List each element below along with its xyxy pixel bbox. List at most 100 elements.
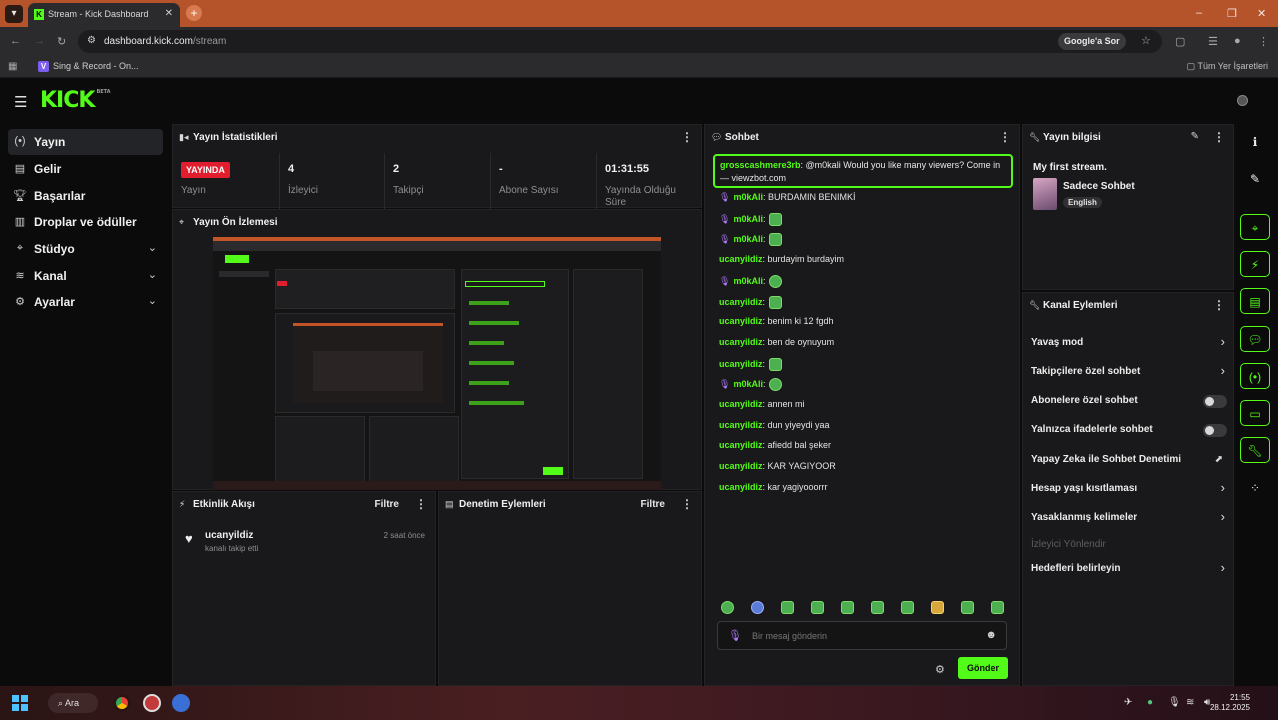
chat-username[interactable]: ucanyildiz	[719, 316, 763, 326]
chat-username[interactable]: ucanyildiz	[719, 399, 763, 409]
sidebar-item-yayin[interactable]: (•) Yayın	[8, 129, 163, 155]
moderation-toggle-icon[interactable]: ▤	[1240, 288, 1270, 314]
category-name[interactable]: Sadece Sohbet	[1063, 181, 1135, 192]
hamburger-menu-icon[interactable]: ☰	[14, 93, 27, 111]
event-user[interactable]: ucanyildiz	[205, 530, 253, 541]
sidebar-item-kanal[interactable]: ≋ Kanal ⌄	[8, 263, 163, 289]
emote-shortcut-icon[interactable]	[901, 601, 914, 614]
extensions-icon[interactable]: ▢	[1175, 35, 1185, 48]
mic-icon[interactable]: 🎙︎	[728, 629, 742, 642]
filter-button[interactable]: Filtre	[375, 499, 399, 510]
windows-start-icon[interactable]	[12, 695, 28, 711]
channel-action-item[interactable]: Yavaş mod ›	[1031, 333, 1227, 353]
chat-username[interactable]: ucanyildiz	[719, 461, 763, 471]
send-button[interactable]: Gönder	[958, 657, 1008, 679]
new-tab-icon[interactable]: +	[186, 5, 202, 21]
filter-button[interactable]: Filtre	[641, 499, 665, 510]
close-window-icon[interactable]: ✕	[1257, 7, 1266, 20]
user-avatar[interactable]	[1237, 95, 1248, 106]
tab-close-icon[interactable]: ✕	[165, 8, 173, 19]
broadcast-toggle-icon[interactable]: (•)	[1240, 363, 1270, 389]
sidebar-item-ayarlar[interactable]: ⚙ Ayarlar ⌄	[8, 289, 163, 315]
chat-username[interactable]: ucanyildiz	[719, 254, 763, 264]
app-icon[interactable]	[172, 694, 190, 712]
info-icon[interactable]: ℹ	[1240, 129, 1270, 155]
minimize-icon[interactable]: –	[1196, 7, 1202, 19]
forward-icon[interactable]: →	[34, 35, 45, 47]
sidebar-item-basarilar[interactable]: 🏆︎ Başarılar	[8, 183, 163, 209]
emote-shortcut-icon[interactable]	[721, 601, 734, 614]
stream-preview-video[interactable]	[213, 237, 661, 490]
edit-pencil-icon[interactable]: ✎	[1240, 166, 1270, 192]
channel-action-item[interactable]: Yapay Zeka ile Sohbet Denetimi ⬈	[1031, 450, 1227, 470]
chat-username[interactable]: ucanyildiz	[719, 440, 763, 450]
browser-tab[interactable]: K Stream - Kick Dashboard ✕	[28, 3, 180, 27]
omnibox[interactable]: ⚙ dashboard.kick.com/stream Google'a Sor…	[78, 30, 1162, 53]
edit-pencil-icon[interactable]: ✎	[1191, 131, 1199, 142]
tray-app-icon[interactable]: ●	[1147, 697, 1153, 708]
category-thumbnail[interactable]	[1033, 178, 1057, 210]
pinned-user[interactable]: grosscashmere3rb	[720, 160, 801, 170]
reading-list-icon[interactable]: ☰	[1208, 35, 1218, 48]
profile-icon[interactable]: ●	[1234, 35, 1241, 47]
emote-shortcut-icon[interactable]	[841, 601, 854, 614]
more-options-icon[interactable]: ⋮	[415, 497, 427, 511]
network-icon[interactable]: ✈	[1124, 697, 1132, 708]
chat-username[interactable]: ucanyildiz	[719, 337, 763, 347]
toggle-switch[interactable]	[1203, 424, 1227, 437]
tab-search-icon[interactable]: ▾	[5, 5, 23, 23]
chat-username[interactable]: m0kAli	[733, 192, 763, 202]
tools-toggle-icon[interactable]: 🔧︎	[1240, 437, 1270, 463]
emote-shortcut-icon[interactable]	[991, 601, 1004, 614]
chat-username[interactable]: ucanyildiz	[719, 296, 763, 306]
chat-username[interactable]: m0kAli	[733, 276, 763, 286]
chat-username[interactable]: ucanyildiz	[719, 420, 763, 430]
chat-input[interactable]: 🎙︎ Bir mesaj gönderin ☻	[717, 621, 1007, 650]
channel-action-item[interactable]: Hedefleri belirleyin ›	[1031, 559, 1227, 579]
chat-settings-icon[interactable]: ⚙	[935, 663, 945, 676]
microphone-icon[interactable]: 🎙︎	[1168, 697, 1181, 708]
channel-action-item[interactable]: Takipçilere özel sohbet ›	[1031, 362, 1227, 382]
chat-username[interactable]: ucanyildiz	[719, 358, 763, 368]
more-options-icon[interactable]: ⋮	[681, 497, 693, 511]
chrome-icon[interactable]	[113, 694, 131, 712]
emote-shortcut-icon[interactable]	[751, 601, 764, 614]
url-text[interactable]: dashboard.kick.com/stream	[104, 36, 226, 47]
stats-toggle-icon[interactable]: ▭	[1240, 400, 1270, 426]
maximize-icon[interactable]: ❐	[1227, 7, 1237, 20]
app-icon[interactable]	[143, 694, 161, 712]
chat-username[interactable]: m0kAli	[733, 214, 763, 224]
taskbar-search[interactable]: ⌕ Ara	[48, 693, 98, 713]
bookmark-item[interactable]: V Sing & Record - On...	[38, 61, 139, 72]
site-info-icon[interactable]: ⚙	[87, 35, 96, 46]
channel-action-item[interactable]: Yasaklanmış kelimeler ›	[1031, 508, 1227, 528]
back-icon[interactable]: ←	[10, 35, 21, 47]
wifi-icon[interactable]: ≋	[1186, 697, 1194, 708]
toggle-switch[interactable]	[1203, 395, 1227, 408]
more-options-icon[interactable]: ⋮	[681, 130, 693, 144]
sidebar-item-studyo[interactable]: ⌖ Stüdyo ⌄	[8, 236, 163, 262]
apps-icon[interactable]: ▦	[8, 61, 17, 72]
chat-username[interactable]: m0kAli	[733, 234, 763, 244]
channel-action-item[interactable]: Abonelere özel sohbet	[1031, 391, 1227, 411]
more-options-icon[interactable]: ⋮	[1213, 130, 1225, 144]
emote-shortcut-icon[interactable]	[931, 601, 944, 614]
more-options-icon[interactable]: ⋮	[999, 130, 1011, 144]
chat-username[interactable]: ucanyildiz	[719, 482, 763, 492]
chat-toggle-icon[interactable]: 💬︎	[1240, 326, 1270, 352]
browser-menu-icon[interactable]: ⋮	[1258, 35, 1269, 48]
emote-shortcut-icon[interactable]	[961, 601, 974, 614]
activity-toggle-icon[interactable]: ⚡︎	[1240, 251, 1270, 277]
taskbar-clock[interactable]: 21:55 28.12.2025	[1210, 693, 1250, 713]
pinned-message[interactable]: grosscashmere3rb: @m0kali Would you like…	[713, 154, 1013, 188]
all-bookmarks-link[interactable]: ▢ Tüm Yer İşaretleri	[1187, 61, 1268, 72]
google-ask-button[interactable]: Google'a Sor	[1058, 33, 1126, 50]
sidebar-item-gelir[interactable]: ▤ Gelir	[8, 156, 163, 182]
channel-action-item[interactable]: Yalnızca ifadelerle sohbet	[1031, 420, 1227, 440]
emote-shortcut-icon[interactable]	[811, 601, 824, 614]
kick-logo[interactable]: KICK BETA	[40, 88, 111, 113]
sidebar-item-droplar[interactable]: ▥ Droplar ve ödüller	[8, 209, 163, 235]
emote-shortcut-icon[interactable]	[871, 601, 884, 614]
chat-username[interactable]: m0kAli	[733, 379, 763, 389]
bookmark-star-icon[interactable]: ☆	[1141, 34, 1151, 47]
